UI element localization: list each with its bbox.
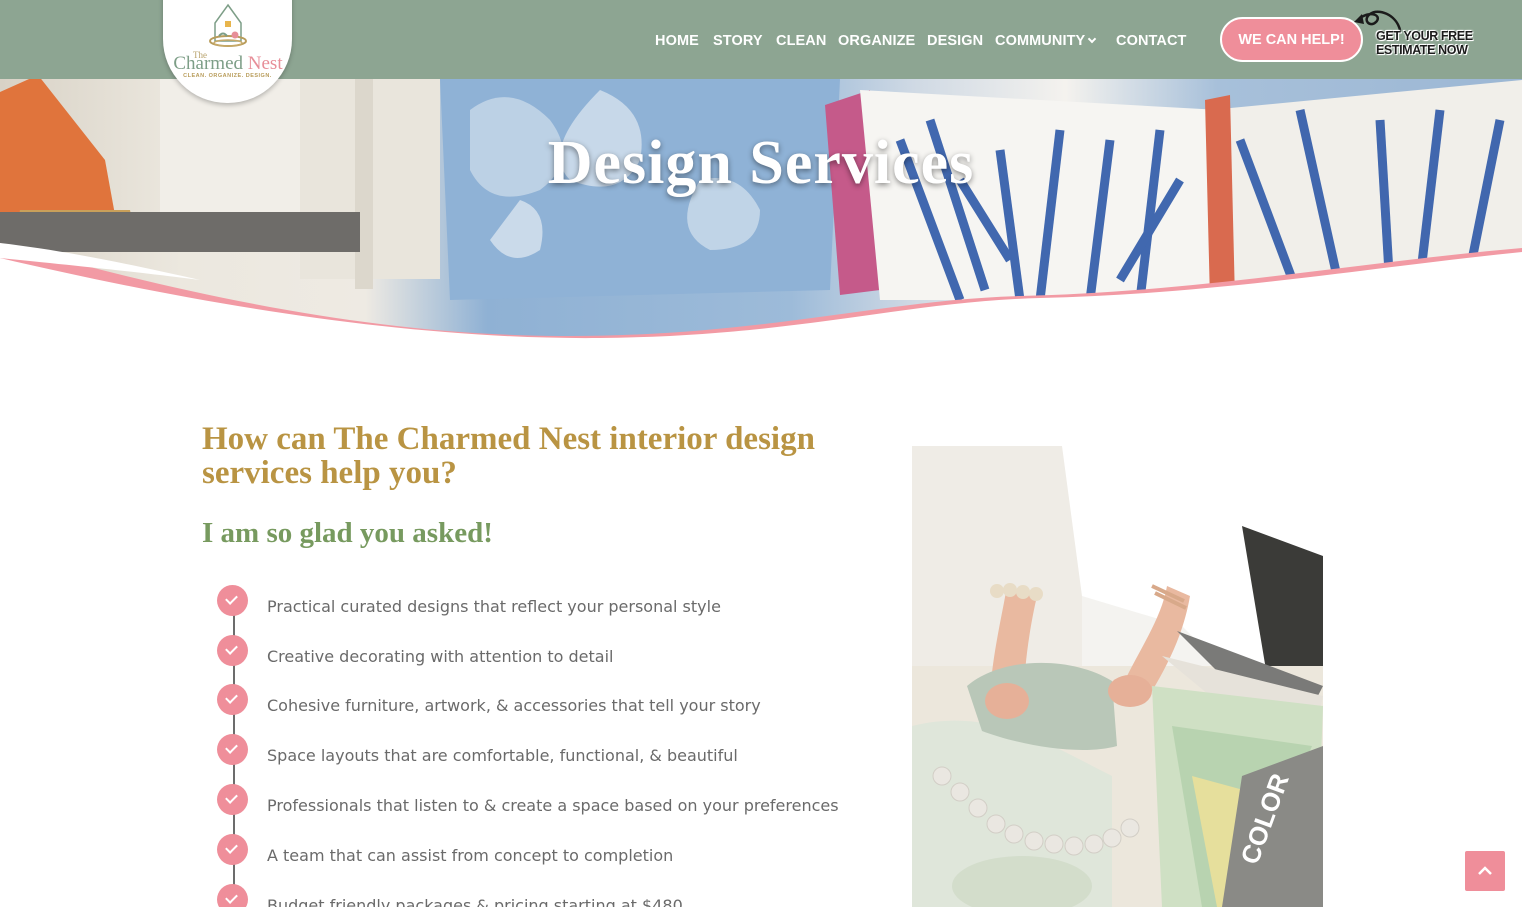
check-icon xyxy=(217,884,248,907)
nav-item-contact[interactable]: CONTACT xyxy=(1116,33,1187,49)
list-item-text: Practical curated designs that reflect y… xyxy=(267,597,721,616)
list-item-text: Professionals that listen to & create a … xyxy=(267,796,839,815)
list-item: Professionals that listen to & create a … xyxy=(217,784,877,816)
list-item: A team that can assist from concept to c… xyxy=(217,834,877,866)
nav-item-community-label: COMMUNITY xyxy=(995,33,1086,49)
list-item: Space layouts that are comfortable, func… xyxy=(217,734,877,766)
nav-item-community[interactable]: COMMUNITY xyxy=(995,33,1097,49)
nest-house-icon xyxy=(209,3,247,47)
list-item: Practical curated designs that reflect y… xyxy=(217,585,877,617)
chevron-down-icon xyxy=(1088,34,1097,44)
logo-name: Charmed Nest xyxy=(172,53,284,75)
list-item: Budget friendly packages & pricing start… xyxy=(217,884,877,907)
check-icon xyxy=(217,784,248,815)
nav-item-story[interactable]: STORY xyxy=(713,33,763,49)
logo-name-part1: Charmed xyxy=(173,53,244,74)
we-can-help-button[interactable]: WE CAN HELP! xyxy=(1220,17,1363,62)
list-item-text: Creative decorating with attention to de… xyxy=(267,647,614,666)
check-icon xyxy=(217,834,248,865)
list-item-text: Space layouts that are comfortable, func… xyxy=(267,746,738,765)
list-item: Cohesive furniture, artwork, & accessori… xyxy=(217,684,877,716)
page-title: Design Services xyxy=(547,129,975,197)
section-subheading: I am so glad you asked! xyxy=(202,517,493,549)
list-item: Creative decorating with attention to de… xyxy=(217,635,877,667)
list-item-text: Cohesive furniture, artwork, & accessori… xyxy=(267,696,761,715)
check-icon xyxy=(217,635,248,666)
nav-item-clean[interactable]: CLEAN xyxy=(776,33,826,49)
nav-item-organize[interactable]: ORGANIZE xyxy=(838,33,915,49)
chevron-up-icon xyxy=(1478,866,1492,875)
check-icon xyxy=(217,585,248,616)
back-to-top-button[interactable] xyxy=(1465,851,1505,891)
design-photo: COLOR xyxy=(912,446,1323,907)
check-icon xyxy=(217,734,248,765)
free-estimate-link[interactable]: GET YOUR FREE ESTIMATE NOW xyxy=(1376,29,1473,57)
logo-tagline: CLEAN. ORGANIZE. DESIGN. xyxy=(183,73,272,79)
list-item-text: Budget friendly packages & pricing start… xyxy=(267,896,683,907)
check-icon xyxy=(217,684,248,715)
logo-name-part2: Nest xyxy=(247,53,283,74)
section-heading: How can The Charmed Nest interior design… xyxy=(202,421,815,491)
nav-item-home[interactable]: HOME xyxy=(655,33,699,49)
nav-item-design[interactable]: DESIGN xyxy=(927,33,983,49)
list-item-text: A team that can assist from concept to c… xyxy=(267,846,674,865)
